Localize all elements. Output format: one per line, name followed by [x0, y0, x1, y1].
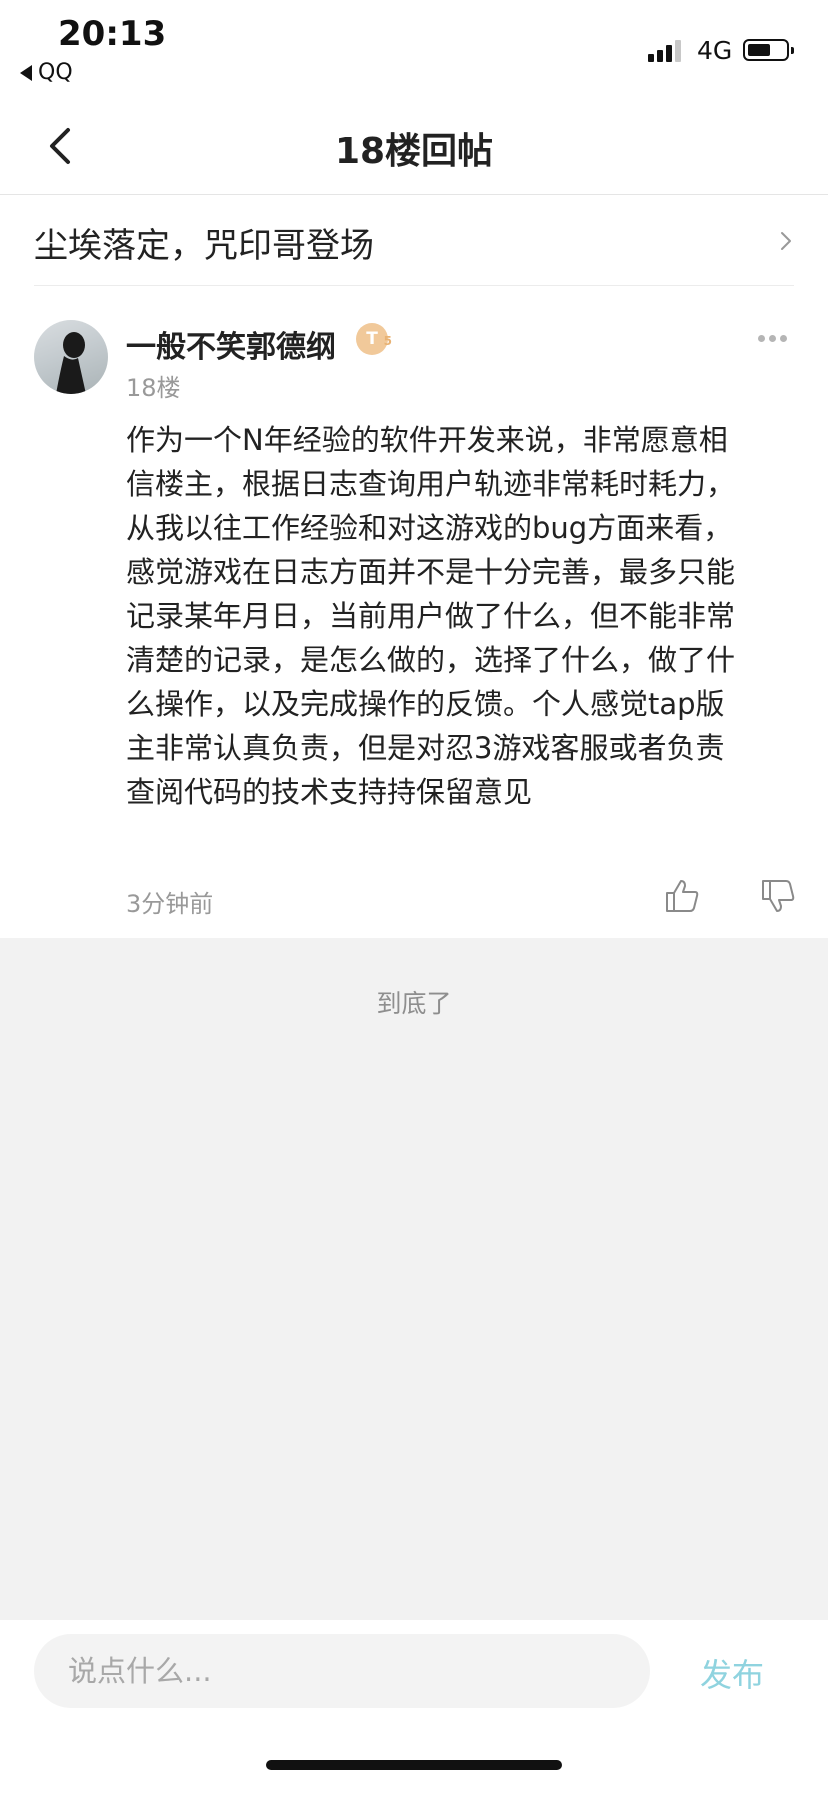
topic-title: 尘埃落定，咒印哥登场 — [34, 226, 374, 266]
signal-icon — [648, 40, 686, 62]
chevron-right-icon — [781, 232, 791, 250]
silhouette-icon — [56, 332, 86, 394]
post-content: 作为一个N年经验的软件开发来说，非常愿意相 信楼主，根据日志查询用户轨迹非常耗时… — [126, 418, 796, 814]
comment-input[interactable] — [34, 1634, 650, 1708]
end-of-list-text: 到底了 — [376, 989, 452, 1018]
network-type: 4G — [697, 36, 733, 65]
back-triangle-icon — [20, 64, 32, 81]
publish-button[interactable]: 发布 — [700, 1650, 764, 1696]
home-indicator — [266, 1760, 562, 1770]
post-time: 3分钟前 — [126, 890, 214, 918]
post-line: 从我以往工作经验和对这游戏的bug方面来看， — [126, 511, 733, 545]
post-line: 作为一个N年经验的软件开发来说，非常愿意相 — [126, 423, 728, 457]
avatar[interactable] — [34, 320, 108, 394]
thumbs-down-icon[interactable] — [760, 878, 796, 914]
post-line: 信楼主，根据日志查询用户轨迹非常耗时耗力， — [126, 467, 736, 501]
divider — [0, 194, 828, 195]
level-badge: T 5 — [356, 323, 392, 355]
comment-bar: 发布 — [0, 1620, 828, 1793]
battery-icon — [743, 39, 794, 61]
divider — [34, 285, 794, 286]
more-icon[interactable] — [758, 335, 788, 343]
username[interactable]: 一般不笑郭德纲 — [126, 322, 336, 366]
post-line: 记录某年月日，当前用户做了什么，但不能非常 — [126, 599, 736, 633]
level-badge-number: 5 — [383, 334, 392, 348]
level-badge-letter: T — [366, 329, 378, 349]
post-line: 主非常认真负责，但是对忍3游戏客服或者负责 — [126, 731, 725, 765]
topic-link[interactable]: 尘埃落定，咒印哥登场 — [34, 196, 794, 284]
post-line: 么操作，以及完成操作的反馈。个人感觉tap版 — [126, 687, 725, 721]
post-line: 查阅代码的技术支持持保留意见 — [126, 775, 533, 809]
post-line: 感觉游戏在日志方面并不是十分完善，最多只能 — [126, 555, 736, 589]
status-time: 20:13 — [58, 14, 167, 54]
back-app-label: QQ — [38, 60, 73, 85]
page-title: 18楼回帖 — [334, 131, 494, 172]
back-to-app[interactable]: QQ — [20, 60, 73, 85]
thumbs-up-icon[interactable] — [664, 878, 700, 914]
floor-number: 18楼 — [126, 374, 181, 402]
post-line: 清楚的记录，是怎么做的，选择了什么，做了什 — [126, 643, 736, 677]
